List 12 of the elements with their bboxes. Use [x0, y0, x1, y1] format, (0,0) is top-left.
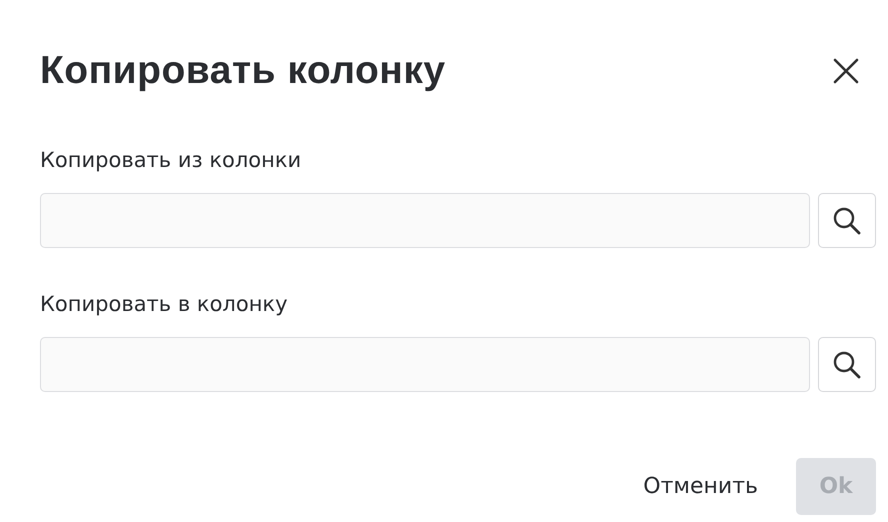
field-label: Копировать в колонку [40, 291, 289, 318]
search-icon [832, 350, 862, 380]
dialog-title: Копировать колонку [40, 49, 446, 93]
close-icon [832, 57, 860, 85]
field-label: Копировать из колонки [40, 147, 302, 174]
search-button[interactable] [818, 193, 876, 248]
search-icon [832, 206, 862, 236]
input-field[interactable] [40, 193, 810, 248]
cancel-button[interactable]: Отменить [625, 458, 776, 515]
close-button[interactable] [832, 57, 860, 85]
input-field[interactable] [40, 337, 810, 392]
search-button[interactable] [818, 337, 876, 392]
